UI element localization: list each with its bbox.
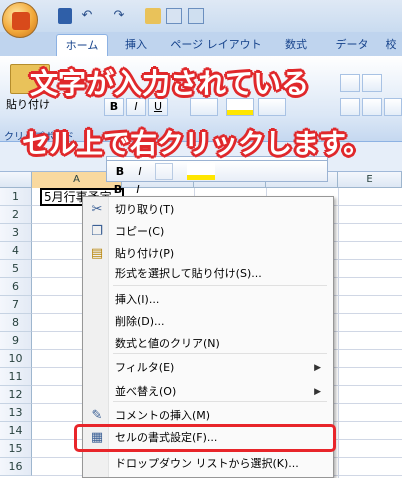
comment-icon: ✎: [91, 408, 103, 423]
tab-review[interactable]: 校: [382, 34, 400, 56]
tab-insert[interactable]: 挿入: [116, 34, 156, 56]
menu-item-label: フィルタ(E): [115, 361, 175, 374]
print-preview-icon[interactable]: [166, 8, 182, 24]
menu-item-6[interactable]: 数式と値のクリア(N): [111, 333, 329, 355]
mini-bold-button[interactable]: B: [111, 163, 129, 180]
tab-data[interactable]: データ: [330, 34, 374, 56]
menu-item-1[interactable]: コピー(C): [111, 221, 329, 243]
menu-item-label: 削除(D)...: [115, 315, 165, 328]
scissors-icon: ✂: [91, 202, 103, 217]
menu-item-label: コピー(C): [115, 225, 165, 238]
menu-item-label: ドロップダウン リストから選択(K)...: [115, 457, 299, 470]
row-header-1[interactable]: 1: [0, 188, 32, 206]
menu-item-label: コメントの挿入(M): [115, 409, 211, 422]
row-header-7[interactable]: 7: [0, 296, 32, 314]
row-header-2[interactable]: 2: [0, 206, 32, 224]
annotation-line-2: セル上で右クリックします。: [22, 129, 371, 160]
row-header-3[interactable]: 3: [0, 224, 32, 242]
align-right-button[interactable]: [384, 98, 402, 116]
align-center-button[interactable]: [362, 98, 382, 116]
mini-font-color-button[interactable]: [221, 163, 249, 180]
menu-separator: [113, 285, 327, 286]
menu-item-8[interactable]: 並べ替え(O) ▶: [111, 381, 329, 403]
paste-icon: ▤: [90, 246, 104, 261]
open-folder-icon[interactable]: [145, 8, 161, 24]
row-header-6[interactable]: 6: [0, 278, 32, 296]
menu-item-7[interactable]: フィルタ(E) ▶: [111, 357, 329, 379]
mini-center-button[interactable]: [155, 163, 173, 180]
menu-item-label: 数式と値のクリア(N): [115, 337, 220, 350]
row-header-4[interactable]: 4: [0, 242, 32, 260]
mini-italic-button[interactable]: I: [131, 163, 149, 180]
mini-toolbar-row2: B I: [106, 160, 328, 182]
column-header-e[interactable]: E: [338, 172, 402, 188]
highlight-box: [74, 424, 336, 452]
menu-item-label: 切り取り(T): [115, 203, 175, 216]
menu-item-3[interactable]: 形式を選択して貼り付け(S)...: [111, 263, 329, 285]
align-left-button[interactable]: [340, 98, 360, 116]
office-button[interactable]: [2, 2, 38, 38]
copy-icon: ❐: [91, 224, 103, 239]
row-header-13[interactable]: 13: [0, 404, 32, 422]
row-header-8[interactable]: 8: [0, 314, 32, 332]
tab-page-layout[interactable]: ページ レイアウト: [170, 34, 262, 56]
picture-icon[interactable]: [188, 8, 204, 24]
row-header-11[interactable]: 11: [0, 368, 32, 386]
menu-item-0[interactable]: 切り取り(T): [111, 199, 329, 221]
column-divider: [338, 188, 339, 478]
tab-formulas[interactable]: 数式: [276, 34, 316, 56]
save-icon[interactable]: [58, 8, 72, 24]
mini-fill-color-button[interactable]: [187, 163, 215, 180]
row-header-10[interactable]: 10: [0, 350, 32, 368]
menu-item-5[interactable]: 削除(D)...: [111, 311, 329, 333]
menu-item-label: 形式を選択して貼り付け(S)...: [115, 267, 262, 280]
row-header-16[interactable]: 16: [0, 458, 32, 476]
tab-home[interactable]: ホーム: [56, 34, 108, 56]
menu-item-4[interactable]: 挿入(I)...: [111, 289, 329, 311]
row-header-12[interactable]: 12: [0, 386, 32, 404]
row-header-14[interactable]: 14: [0, 422, 32, 440]
align-top-button[interactable]: [340, 74, 360, 92]
row-header-5[interactable]: 5: [0, 260, 32, 278]
menu-item-label: 貼り付け(P): [115, 247, 175, 260]
menu-item-2[interactable]: 貼り付け(P): [111, 243, 329, 265]
redo-icon[interactable]: ↷: [112, 8, 126, 24]
submenu-arrow-icon: ▶: [314, 363, 321, 373]
mini-decimal-button[interactable]: [257, 163, 287, 180]
annotation-line-1: 文字が入力されている: [30, 67, 310, 100]
undo-icon[interactable]: ↶: [80, 8, 94, 24]
row-header-9[interactable]: 9: [0, 332, 32, 350]
select-all-corner[interactable]: [0, 172, 32, 188]
submenu-arrow-icon: ▶: [314, 387, 321, 397]
row-header-15[interactable]: 15: [0, 440, 32, 458]
menu-item-label: 並べ替え(O): [115, 385, 177, 398]
menu-item-11[interactable]: ドロップダウン リストから選択(K)...: [111, 453, 329, 475]
align-middle-button[interactable]: [362, 74, 382, 92]
menu-item-label: 挿入(I)...: [115, 293, 160, 306]
